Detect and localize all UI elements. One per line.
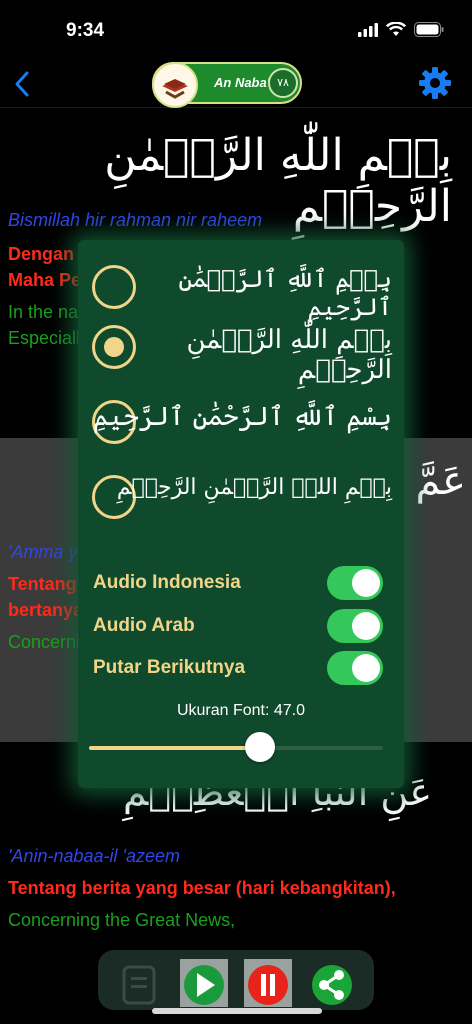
autoplay-next-label: Putar Berikutnya: [93, 657, 246, 678]
autoplay-next-toggle[interactable]: [327, 651, 383, 685]
document-button[interactable]: [116, 959, 164, 1007]
font-size-label: Ukuran Font: 47.0: [176, 702, 306, 719]
status-time: 9:34: [66, 20, 105, 41]
script-option-2-arabic: بِسۡمِ اللّٰهِ الرَّحۡمٰنِ الرَّحِيۡمِ: [186, 325, 393, 385]
surah-title-pill[interactable]: An Naba' ٧٨: [152, 62, 302, 108]
surah-title: An Naba': [214, 75, 270, 90]
share-button[interactable]: [308, 959, 356, 1007]
gear-icon: [419, 67, 451, 99]
toggle-knob: [352, 612, 380, 640]
settings-button[interactable]: [418, 66, 452, 100]
verse-2-transliteration: 'Anin-nabaa-il 'azeem: [8, 846, 180, 866]
script-option-3[interactable]: بِسْمِ ٱللَّهِ ٱلرَّحْمَٰنِ ٱلرَّحِيمِ: [92, 390, 392, 450]
audio-indonesia-label: Audio Indonesia: [93, 572, 241, 593]
navigation-bar: An Naba' ٧٨: [0, 60, 472, 108]
toggle-knob: [352, 569, 380, 597]
signal-icon: [358, 22, 378, 37]
play-icon: [180, 959, 228, 1007]
bismillah-transliteration: Bismillah hir rahman nir raheem: [8, 210, 263, 230]
audio-arab-label: Audio Arab: [93, 615, 195, 636]
chevron-left-icon: [15, 71, 29, 97]
audio-arab-toggle[interactable]: [327, 609, 383, 643]
status-bar: 9:34: [0, 0, 472, 60]
verse-2-indonesian: Tentang berita yang besar (hari kebangki…: [8, 878, 396, 898]
pause-icon: [244, 959, 292, 1007]
bottom-toolbar: [98, 950, 374, 1010]
wifi-icon: [386, 22, 406, 36]
font-size-slider-thumb[interactable]: [244, 732, 275, 762]
pause-button[interactable]: [244, 959, 292, 1007]
script-option-2[interactable]: بِسۡمِ اللّٰهِ الرَّحۡمٰنِ الرَّحِيۡمِ: [92, 315, 392, 385]
toggle-knob: [352, 654, 380, 682]
script-option-4-arabic: بِسۡمِ اللہِ الرَّحۡمٰنِ الرَّحِیۡمِ: [116, 475, 392, 500]
status-icons: [358, 22, 444, 37]
surah-number-badge: ٧٨: [268, 68, 298, 98]
quran-book-icon: [152, 62, 198, 108]
battery-icon: [414, 22, 444, 37]
back-button[interactable]: [10, 68, 38, 100]
script-option-1[interactable]: بِسۡمِ ٱللَّهِ ٱلرَّحۡمَٰنِ ٱلرَّحِيمِ: [92, 255, 392, 321]
share-icon: [312, 965, 352, 1005]
script-option-4[interactable]: بِسۡمِ اللہِ الرَّحۡمٰنِ الرَّحِیۡمِ: [92, 465, 392, 525]
font-size-slider-fill: [89, 746, 260, 750]
play-button[interactable]: [180, 959, 228, 1007]
script-option-1-arabic: بِسۡمِ ٱللَّهِ ٱلرَّحۡمَٰنِ ٱلرَّحِيمِ: [178, 265, 393, 321]
audio-indonesia-row: Audio Indonesia: [93, 566, 383, 600]
settings-panel: بِسۡمِ ٱللَّهِ ٱلرَّحۡمَٰنِ ٱلرَّحِيمِ ب…: [78, 240, 404, 788]
script-option-3-arabic: بِسْمِ ٱللَّهِ ٱلرَّحْمَٰنِ ٱلرَّحِيمِ: [92, 402, 392, 432]
audio-indonesia-toggle[interactable]: [327, 566, 383, 600]
audio-arab-row: Audio Arab: [93, 609, 383, 643]
document-icon: [122, 965, 156, 1005]
autoplay-next-row: Putar Berikutnya: [93, 651, 383, 685]
verse-2-english: Concerning the Great News,: [8, 910, 236, 930]
home-indicator: [152, 1008, 322, 1014]
font-size-slider[interactable]: [89, 732, 383, 762]
